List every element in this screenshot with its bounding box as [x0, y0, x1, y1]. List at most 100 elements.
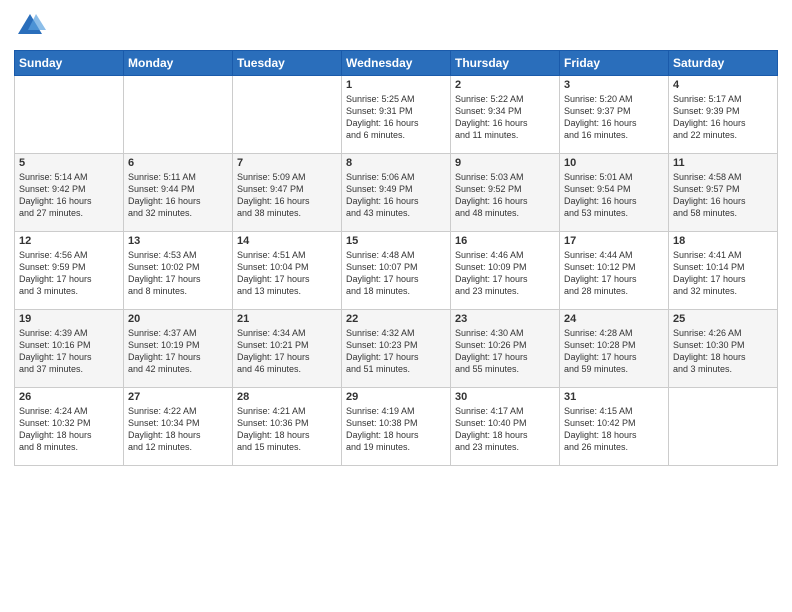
day-number: 26 [19, 391, 119, 403]
day-number: 13 [128, 235, 228, 247]
day-number: 5 [19, 157, 119, 169]
day-number: 22 [346, 313, 446, 325]
day-number: 19 [19, 313, 119, 325]
day-info: Sunrise: 5:01 AM Sunset: 9:54 PM Dayligh… [564, 171, 664, 220]
day-cell [669, 388, 778, 466]
day-info: Sunrise: 4:22 AM Sunset: 10:34 PM Daylig… [128, 405, 228, 454]
day-cell: 19 Sunrise: 4:39 AM Sunset: 10:16 PM Dayl… [15, 310, 124, 388]
day-cell: 5 Sunrise: 5:14 AM Sunset: 9:42 PM Daylig… [15, 154, 124, 232]
day-info: Sunrise: 4:44 AM Sunset: 10:12 PM Daylig… [564, 249, 664, 298]
day-info: Sunrise: 5:22 AM Sunset: 9:34 PM Dayligh… [455, 93, 555, 142]
week-row-3: 12 Sunrise: 4:56 AM Sunset: 9:59 PM Dayli… [15, 232, 778, 310]
day-number: 20 [128, 313, 228, 325]
day-info: Sunrise: 4:48 AM Sunset: 10:07 PM Daylig… [346, 249, 446, 298]
day-cell: 29 Sunrise: 4:19 AM Sunset: 10:38 PM Dayl… [342, 388, 451, 466]
day-cell: 14Sunrise: 4:51 AM Sunset: 10:04 PM Dayl… [233, 232, 342, 310]
day-info: Sunrise: 5:03 AM Sunset: 9:52 PM Dayligh… [455, 171, 555, 220]
day-number: 8 [346, 157, 446, 169]
day-number: 14 [237, 235, 337, 247]
day-cell [233, 76, 342, 154]
day-info: Sunrise: 4:37 AM Sunset: 10:19 PM Daylig… [128, 327, 228, 376]
day-number: 24 [564, 313, 664, 325]
day-number: 30 [455, 391, 555, 403]
day-number: 2 [455, 79, 555, 91]
day-cell: 21Sunrise: 4:34 AM Sunset: 10:21 PM Dayl… [233, 310, 342, 388]
day-number: 15 [346, 235, 446, 247]
day-info: Sunrise: 5:09 AM Sunset: 9:47 PM Dayligh… [237, 171, 337, 220]
weekday-wednesday: Wednesday [342, 51, 451, 76]
day-number: 23 [455, 313, 555, 325]
day-cell: 20 Sunrise: 4:37 AM Sunset: 10:19 PM Dayl… [124, 310, 233, 388]
day-number: 16 [455, 235, 555, 247]
day-info: Sunrise: 4:41 AM Sunset: 10:14 PM Daylig… [673, 249, 773, 298]
day-cell: 12 Sunrise: 4:56 AM Sunset: 9:59 PM Dayli… [15, 232, 124, 310]
day-cell: 3Sunrise: 5:20 AM Sunset: 9:37 PM Daylig… [560, 76, 669, 154]
page: SundayMondayTuesdayWednesdayThursdayFrid… [0, 0, 792, 612]
day-info: Sunrise: 4:17 AM Sunset: 10:40 PM Daylig… [455, 405, 555, 454]
day-cell: 11 Sunrise: 4:58 AM Sunset: 9:57 PM Dayli… [669, 154, 778, 232]
calendar-table: SundayMondayTuesdayWednesdayThursdayFrid… [14, 50, 778, 466]
day-cell: 22 Sunrise: 4:32 AM Sunset: 10:23 PM Dayl… [342, 310, 451, 388]
day-info: Sunrise: 4:39 AM Sunset: 10:16 PM Daylig… [19, 327, 119, 376]
weekday-thursday: Thursday [451, 51, 560, 76]
day-number: 6 [128, 157, 228, 169]
day-info: Sunrise: 4:21 AM Sunset: 10:36 PM Daylig… [237, 405, 337, 454]
day-cell [15, 76, 124, 154]
logo-icon [14, 10, 46, 42]
day-number: 12 [19, 235, 119, 247]
day-info: Sunrise: 5:11 AM Sunset: 9:44 PM Dayligh… [128, 171, 228, 220]
day-cell: 7 Sunrise: 5:09 AM Sunset: 9:47 PM Daylig… [233, 154, 342, 232]
day-info: Sunrise: 4:53 AM Sunset: 10:02 PM Daylig… [128, 249, 228, 298]
day-cell: 13 Sunrise: 4:53 AM Sunset: 10:02 PM Dayl… [124, 232, 233, 310]
day-cell: 10Sunrise: 5:01 AM Sunset: 9:54 PM Dayli… [560, 154, 669, 232]
weekday-monday: Monday [124, 51, 233, 76]
day-info: Sunrise: 4:19 AM Sunset: 10:38 PM Daylig… [346, 405, 446, 454]
day-cell: 27 Sunrise: 4:22 AM Sunset: 10:34 PM Dayl… [124, 388, 233, 466]
day-cell [124, 76, 233, 154]
day-cell: 9 Sunrise: 5:03 AM Sunset: 9:52 PM Daylig… [451, 154, 560, 232]
day-info: Sunrise: 4:26 AM Sunset: 10:30 PM Daylig… [673, 327, 773, 376]
weekday-sunday: Sunday [15, 51, 124, 76]
day-number: 18 [673, 235, 773, 247]
day-number: 11 [673, 157, 773, 169]
day-info: Sunrise: 4:30 AM Sunset: 10:26 PM Daylig… [455, 327, 555, 376]
day-cell: 23 Sunrise: 4:30 AM Sunset: 10:26 PM Dayl… [451, 310, 560, 388]
week-row-5: 26 Sunrise: 4:24 AM Sunset: 10:32 PM Dayl… [15, 388, 778, 466]
day-cell: 18 Sunrise: 4:41 AM Sunset: 10:14 PM Dayl… [669, 232, 778, 310]
day-number: 9 [455, 157, 555, 169]
day-cell: 24 Sunrise: 4:28 AM Sunset: 10:28 PM Dayl… [560, 310, 669, 388]
day-number: 28 [237, 391, 337, 403]
day-info: Sunrise: 5:20 AM Sunset: 9:37 PM Dayligh… [564, 93, 664, 142]
day-info: Sunrise: 4:34 AM Sunset: 10:21 PM Daylig… [237, 327, 337, 376]
day-cell: 28 Sunrise: 4:21 AM Sunset: 10:36 PM Dayl… [233, 388, 342, 466]
weekday-saturday: Saturday [669, 51, 778, 76]
day-info: Sunrise: 4:24 AM Sunset: 10:32 PM Daylig… [19, 405, 119, 454]
week-row-1: 1Sunrise: 5:25 AM Sunset: 9:31 PM Daylig… [15, 76, 778, 154]
day-number: 7 [237, 157, 337, 169]
day-info: Sunrise: 4:58 AM Sunset: 9:57 PM Dayligh… [673, 171, 773, 220]
day-info: Sunrise: 4:28 AM Sunset: 10:28 PM Daylig… [564, 327, 664, 376]
day-number: 29 [346, 391, 446, 403]
day-cell: 26 Sunrise: 4:24 AM Sunset: 10:32 PM Dayl… [15, 388, 124, 466]
day-info: Sunrise: 5:06 AM Sunset: 9:49 PM Dayligh… [346, 171, 446, 220]
day-info: Sunrise: 5:17 AM Sunset: 9:39 PM Dayligh… [673, 93, 773, 142]
day-info: Sunrise: 4:32 AM Sunset: 10:23 PM Daylig… [346, 327, 446, 376]
day-cell: 6 Sunrise: 5:11 AM Sunset: 9:44 PM Daylig… [124, 154, 233, 232]
day-cell: 8 Sunrise: 5:06 AM Sunset: 9:49 PM Daylig… [342, 154, 451, 232]
week-row-4: 19 Sunrise: 4:39 AM Sunset: 10:16 PM Dayl… [15, 310, 778, 388]
day-number: 31 [564, 391, 664, 403]
day-info: Sunrise: 4:46 AM Sunset: 10:09 PM Daylig… [455, 249, 555, 298]
week-row-2: 5 Sunrise: 5:14 AM Sunset: 9:42 PM Daylig… [15, 154, 778, 232]
day-number: 4 [673, 79, 773, 91]
day-cell: 1Sunrise: 5:25 AM Sunset: 9:31 PM Daylig… [342, 76, 451, 154]
day-info: Sunrise: 5:14 AM Sunset: 9:42 PM Dayligh… [19, 171, 119, 220]
day-cell: 15 Sunrise: 4:48 AM Sunset: 10:07 PM Dayl… [342, 232, 451, 310]
day-number: 27 [128, 391, 228, 403]
logo [14, 10, 50, 42]
day-info: Sunrise: 4:56 AM Sunset: 9:59 PM Dayligh… [19, 249, 119, 298]
day-cell: 16 Sunrise: 4:46 AM Sunset: 10:09 PM Dayl… [451, 232, 560, 310]
day-number: 25 [673, 313, 773, 325]
day-cell: 30 Sunrise: 4:17 AM Sunset: 10:40 PM Dayl… [451, 388, 560, 466]
day-cell: 17Sunrise: 4:44 AM Sunset: 10:12 PM Dayl… [560, 232, 669, 310]
day-cell: 2 Sunrise: 5:22 AM Sunset: 9:34 PM Daylig… [451, 76, 560, 154]
